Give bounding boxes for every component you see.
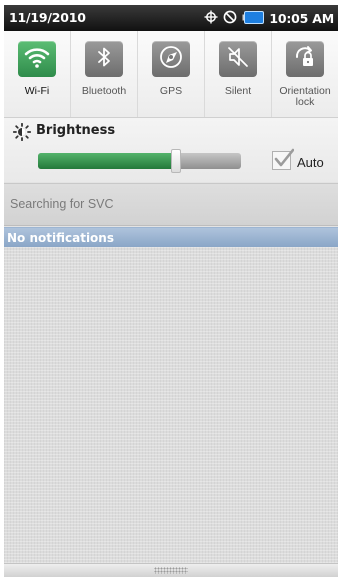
gps-label: GPS bbox=[159, 85, 183, 97]
orientation-lock-toggle[interactable]: Orientation lock bbox=[272, 31, 338, 117]
brightness-icon bbox=[12, 122, 32, 145]
searching-status-row: Searching for SVC bbox=[4, 183, 338, 226]
auto-brightness-label: Auto bbox=[297, 155, 324, 170]
panel-drag-handle[interactable] bbox=[4, 563, 338, 577]
notification-panel: 11/19/2010 10:05 AM Wi-Fi Bluetooth GPS … bbox=[4, 5, 338, 577]
silent-label: Silent bbox=[224, 85, 252, 97]
no-notifications-text: No notifications bbox=[7, 231, 114, 245]
bluetooth-toggle[interactable]: Bluetooth bbox=[71, 31, 138, 117]
quick-settings-row: Wi-Fi Bluetooth GPS Silent Orientation l… bbox=[4, 31, 338, 118]
status-icons: 10:05 AM bbox=[204, 9, 334, 27]
blocked-icon bbox=[223, 9, 237, 28]
brightness-slider[interactable] bbox=[38, 153, 241, 169]
auto-brightness-checkbox[interactable] bbox=[272, 148, 294, 170]
brightness-slider-thumb[interactable] bbox=[171, 149, 181, 173]
orientation-lock-icon bbox=[292, 44, 318, 74]
wifi-toggle[interactable]: Wi-Fi bbox=[4, 31, 71, 117]
gps-icon bbox=[158, 44, 184, 74]
notifications-list-area bbox=[4, 247, 338, 563]
status-bar: 11/19/2010 10:05 AM bbox=[4, 5, 338, 31]
battery-icon bbox=[242, 9, 265, 28]
notifications-header: No notifications bbox=[4, 227, 338, 247]
brightness-slider-fill bbox=[38, 153, 176, 169]
gps-toggle[interactable]: GPS bbox=[138, 31, 205, 117]
bluetooth-icon bbox=[94, 45, 114, 73]
brightness-section: Brightness Auto bbox=[4, 118, 338, 182]
gps-icon bbox=[204, 9, 218, 28]
searching-status-text: Searching for SVC bbox=[10, 197, 114, 211]
wifi-icon bbox=[24, 45, 50, 73]
grip-icon bbox=[154, 567, 188, 574]
status-time: 10:05 AM bbox=[269, 10, 334, 26]
status-date: 11/19/2010 bbox=[9, 10, 86, 25]
silent-toggle[interactable]: Silent bbox=[205, 31, 272, 117]
bluetooth-label: Bluetooth bbox=[81, 85, 127, 97]
wifi-label: Wi-Fi bbox=[24, 85, 50, 97]
brightness-title: Brightness bbox=[36, 123, 116, 138]
silent-icon bbox=[226, 45, 250, 73]
orientation-lock-label: Orientation lock bbox=[279, 85, 331, 108]
